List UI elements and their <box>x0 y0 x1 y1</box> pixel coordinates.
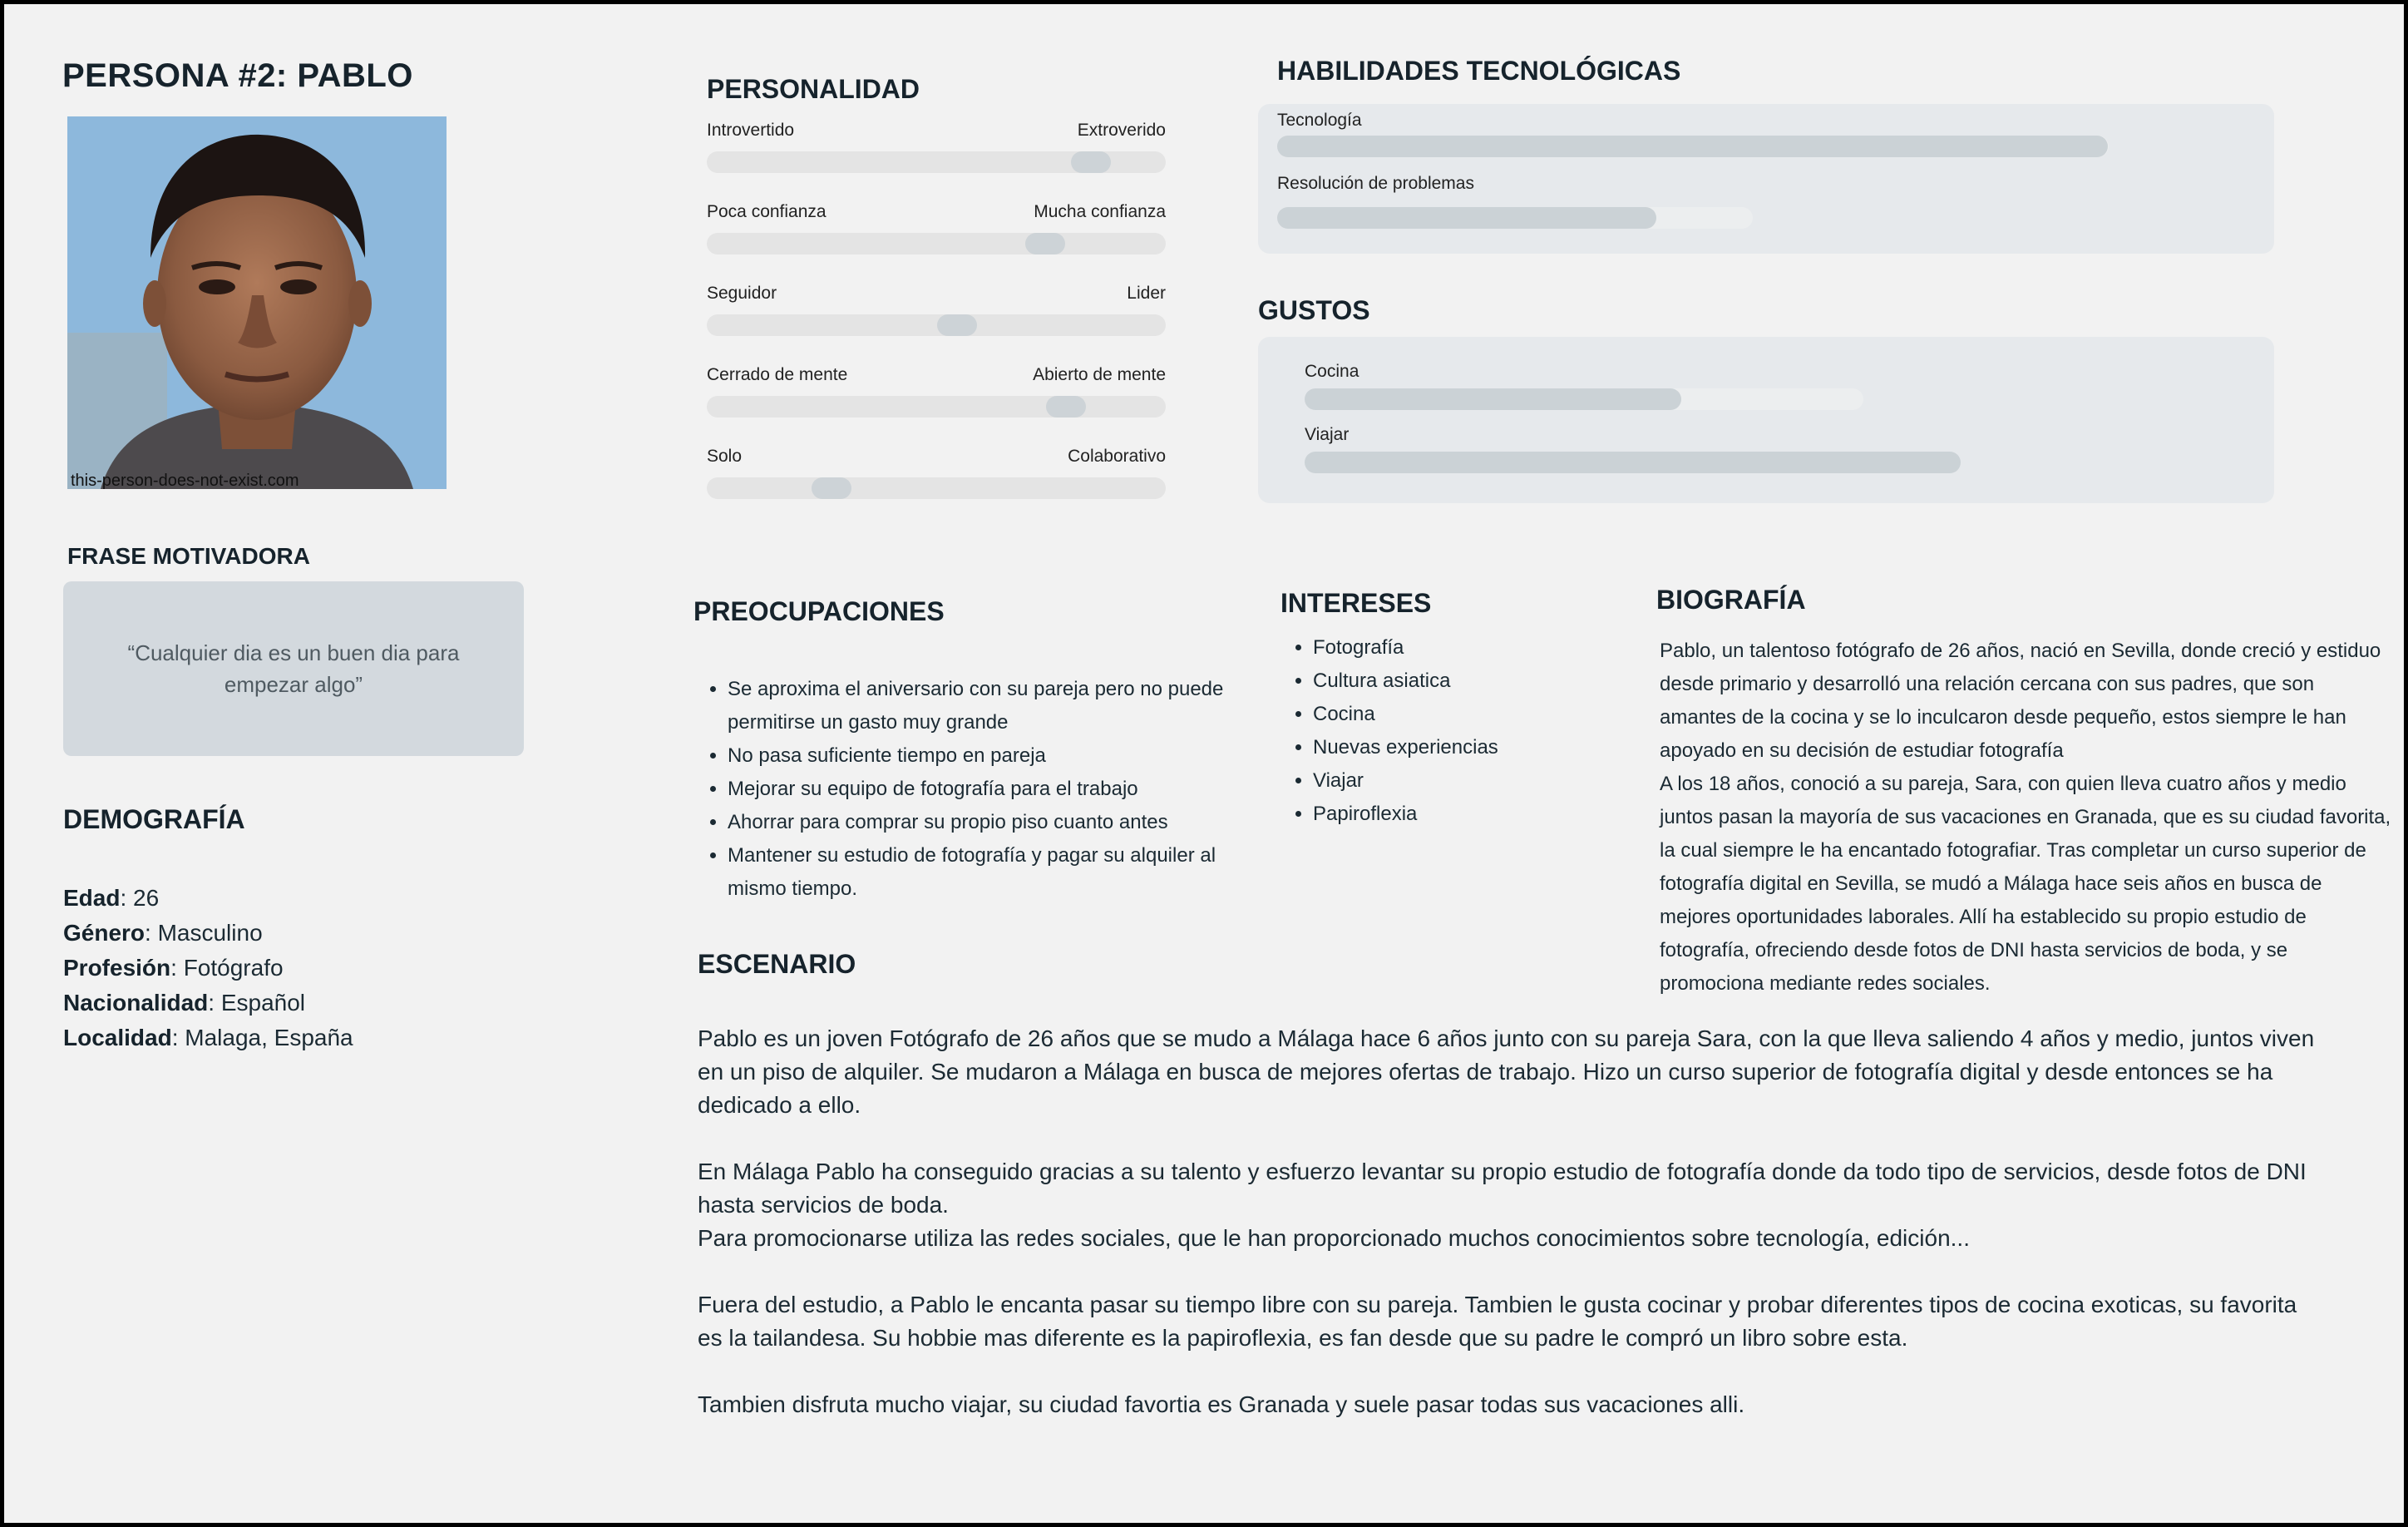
demo-value: : 26 <box>120 885 160 911</box>
slider-left-label: Seguidor <box>707 284 777 303</box>
slider-right-label: Mucha confianza <box>1034 202 1166 221</box>
slider-left-label: Poca confianza <box>707 202 827 221</box>
quote-text: “Cualquier dia es un buen dia para empez… <box>127 640 460 697</box>
slider-knob[interactable] <box>1025 233 1065 254</box>
list-item: Cultura asiatica <box>1313 665 1662 698</box>
personality-heading: PERSONALIDAD <box>707 74 920 104</box>
skill-label: Resolución de problemas <box>1277 174 1474 193</box>
like-label: Viajar <box>1305 425 1350 444</box>
personality-slider: Introvertido Extroverido <box>707 121 1166 195</box>
profile-photo: this-person-does-not-exist.com <box>67 116 447 489</box>
scenario-paragraph: Fuera del estudio, a Pablo le encanta pa… <box>698 1292 2297 1351</box>
scenario-paragraph: Pablo es un joven Fotógrafo de 26 años q… <box>698 1025 2315 1118</box>
skill-label: Tecnología <box>1277 111 1362 130</box>
photo-credit: this-person-does-not-exist.com <box>71 472 299 489</box>
demo-item: Localidad: Malaga, España <box>63 1020 353 1055</box>
likes-panel: Cocina Viajar <box>1258 337 2274 503</box>
list-item: Mejorar su equipo de fotografía para el … <box>728 773 1243 806</box>
demo-item: Edad: 26 <box>63 881 353 916</box>
list-item: Fotografía <box>1313 631 1662 665</box>
scenario-paragraph: En Málaga Pablo ha conseguido gracias a … <box>698 1159 2307 1218</box>
scenario-heading: ESCENARIO <box>698 949 856 979</box>
slider-left-label: Cerrado de mente <box>707 365 848 384</box>
scenario-paragraph: Tambien disfruta mucho viajar, su ciudad… <box>698 1391 1745 1417</box>
tech-heading: HABILIDADES TECNOLÓGICAS <box>1277 56 1681 86</box>
slider-right-label: Abierto de mente <box>1033 365 1166 384</box>
slider-knob[interactable] <box>937 314 977 336</box>
skill-bar <box>1277 136 2108 157</box>
personality-slider: Cerrado de mente Abierto de mente <box>707 365 1166 440</box>
demo-item: Género: Masculino <box>63 916 353 951</box>
persona-page: PERSONA #2: PABLO this-person-does-not-e… <box>4 4 2404 1523</box>
demo-value: : Español <box>208 990 306 1016</box>
concerns-list: Se aproxima el aniversario con su pareja… <box>698 673 1243 906</box>
demo-item: Nacionalidad: Español <box>63 986 353 1020</box>
demo-key: Edad <box>63 885 121 911</box>
list-item: Cocina <box>1313 698 1662 731</box>
bio-paragraph: A los 18 años, conoció a su pareja, Sara… <box>1660 773 2391 995</box>
like-bar <box>1305 452 1961 473</box>
demo-key: Nacionalidad <box>63 990 209 1016</box>
interests-heading: INTERESES <box>1280 588 1432 618</box>
tech-panel: Tecnología Resolución de problemas <box>1258 104 2274 254</box>
interests-list: Fotografía Cultura asiatica Cocina Nueva… <box>1283 631 1662 831</box>
concerns-heading: PREOCUPACIONES <box>693 596 945 626</box>
list-item: Nuevas experiencias <box>1313 731 1662 764</box>
list-item: Mantener su estudio de fotografía y paga… <box>728 839 1243 906</box>
biography-text: Pablo, un talentoso fotógrafo de 26 años… <box>1660 635 2391 1001</box>
demo-key: Profesión <box>63 955 171 981</box>
portrait-image <box>67 116 447 489</box>
scenario-text: Pablo es un joven Fotógrafo de 26 años q… <box>698 1022 2327 1421</box>
slider-knob[interactable] <box>812 477 851 499</box>
likes-heading: GUSTOS <box>1258 295 1370 325</box>
demo-value: : Masculino <box>145 920 263 946</box>
like-label: Cocina <box>1305 362 1359 381</box>
slider-left-label: Introvertido <box>707 121 795 140</box>
slider-right-label: Lider <box>1127 284 1166 303</box>
page-title: PERSONA #2: PABLO <box>62 57 413 94</box>
slider-track <box>707 233 1166 254</box>
list-item: Viajar <box>1313 764 1662 798</box>
skill-bar <box>1277 207 1656 229</box>
slider-track <box>707 314 1166 336</box>
scenario-paragraph: Para promocionarse utiliza las redes soc… <box>698 1225 1970 1251</box>
like-bar <box>1305 388 1681 410</box>
quote-heading: FRASE MOTIVADORA <box>67 543 310 569</box>
quote-box: “Cualquier dia es un buen dia para empez… <box>63 581 524 756</box>
slider-right-label: Colaborativo <box>1068 447 1166 466</box>
bio-paragraph: Pablo, un talentoso fotógrafo de 26 años… <box>1660 640 2381 762</box>
slider-right-label: Extroverido <box>1077 121 1166 140</box>
demo-key: Localidad <box>63 1025 172 1050</box>
demo-item: Profesión: Fotógrafo <box>63 951 353 986</box>
demography-list: Edad: 26 Género: Masculino Profesión: Fo… <box>63 881 353 1055</box>
list-item: Ahorrar para comprar su propio piso cuan… <box>728 806 1243 839</box>
slider-left-label: Solo <box>707 447 743 466</box>
slider-knob[interactable] <box>1046 396 1086 418</box>
biography-heading: BIOGRAFÍA <box>1656 585 1806 615</box>
slider-knob[interactable] <box>1071 151 1111 173</box>
slider-track <box>707 477 1166 499</box>
list-item: Papiroflexia <box>1313 798 1662 831</box>
personality-slider: Solo Colaborativo <box>707 447 1166 521</box>
personality-slider: Poca confianza Mucha confianza <box>707 202 1166 277</box>
list-item: Se aproxima el aniversario con su pareja… <box>728 673 1243 739</box>
personality-slider: Seguidor Lider <box>707 284 1166 358</box>
demo-value: : Malaga, España <box>171 1025 353 1050</box>
demo-value: : Fotógrafo <box>170 955 284 981</box>
demography-heading: DEMOGRAFÍA <box>63 804 245 834</box>
list-item: No pasa suficiente tiempo en pareja <box>728 739 1243 773</box>
slider-track <box>707 396 1166 418</box>
demo-key: Género <box>63 920 146 946</box>
